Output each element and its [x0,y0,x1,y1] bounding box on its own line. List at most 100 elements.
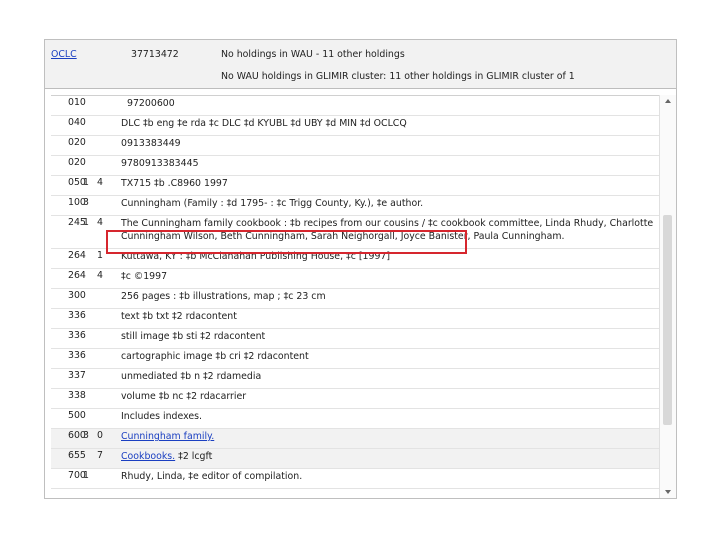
indicator-2 [97,409,121,410]
field-content: still image ‡b sti ‡2 rdacontent [121,331,266,342]
indicator-2 [97,96,121,97]
marc-field-row: 337 unmediated ‡b n ‡2 rdamedia [51,369,659,389]
field-content: DLC ‡b eng ‡e rda ‡c DLC ‡d KYUBL ‡d UBY… [121,118,407,129]
field-tag: 600 [68,430,86,441]
marc-field-row: 040 DLC ‡b eng ‡e rda ‡c DLC ‡d KYUBL ‡d… [51,116,659,136]
indicator-1 [83,329,97,330]
field-content: TX715 ‡b .C8960 1997 [121,178,228,189]
marc-field-row: 500 Includes indexes. [51,409,659,429]
indicator-1 [83,449,97,450]
indicator-2: 7 [97,450,103,461]
field-content: ‡c ©1997 [121,271,168,282]
vertical-scrollbar[interactable] [659,95,676,498]
indicator-2 [97,369,121,370]
marc-record-window: OCLC 37713472 No holdings in WAU - 11 ot… [44,39,677,499]
marc-field-row: 336 cartographic image ‡b cri ‡2 rdacont… [51,349,659,369]
field-tag: 245 [68,217,86,228]
field-content: Cunningham family. [121,429,659,443]
marc-field-row: 700 1 Rhudy, Linda, ‡e editor of compila… [51,469,659,489]
marc-field-row: 010 97200600 [51,96,659,116]
field-content: cartographic image ‡b cri ‡2 rdacontent [121,351,309,362]
field-suffix: ‡2 lcgft [175,451,213,462]
field-tag: 336 [68,310,86,321]
indicator-1 [83,409,97,410]
field-tag: 338 [68,390,86,401]
field-content: Cunningham (Family : ‡d 1795- : ‡c Trigg… [121,198,424,209]
marc-field-row: 264 4 ‡c ©1997 [51,269,659,289]
indicator-2: 4 [97,270,103,281]
indicator-1 [83,349,97,350]
genre-link-cookbooks[interactable]: Cookbooks. [121,451,175,462]
field-tag: 020 [68,157,86,168]
subject-link-cunningham-family[interactable]: Cunningham family. [121,431,214,442]
field-tag: 264 [68,270,86,281]
holdings-header: OCLC 37713472 No holdings in WAU - 11 ot… [45,40,676,89]
indicator-2 [97,289,121,290]
indicator-1 [83,289,97,290]
indicator-1 [83,389,97,390]
marc-field-row-100: 100 3 Cunningham (Family : ‡d 1795- : ‡c… [51,196,659,216]
indicator-2: 4 [97,177,103,188]
oclc-link[interactable]: OCLC [51,49,77,60]
indicator-2 [97,136,121,137]
field-tag: 300 [68,290,86,301]
indicator-1 [83,249,97,250]
indicator-1 [83,269,97,270]
field-tag: 500 [68,410,86,421]
field-tag: 264 [68,250,86,261]
field-content: unmediated ‡b n ‡2 rdamedia [121,371,262,382]
indicator-2 [97,469,121,470]
field-content: Includes indexes. [121,411,202,422]
indicator-2 [97,349,121,350]
scrollbar-thumb[interactable] [663,215,672,425]
indicator-1 [83,96,97,97]
marc-field-row: 264 1 Kuttawa, KY : ‡b McClanahan Publis… [51,249,659,269]
field-content: 0913383449 [121,138,181,149]
marc-field-row: 338 volume ‡b nc ‡2 rdacarrier [51,389,659,409]
indicator-2: 1 [97,250,103,261]
indicator-1: 1 [83,470,89,481]
marc-field-list: 010 97200600 040 DLC ‡b eng ‡e rda ‡c DL… [51,95,659,498]
marc-field-row: 336 text ‡b txt ‡2 rdacontent [51,309,659,329]
marc-field-row: 336 still image ‡b sti ‡2 rdacontent [51,329,659,349]
indicator-2: 0 [97,430,103,441]
field-tag: 336 [68,330,86,341]
field-tag: 010 [68,97,86,108]
field-tag: 655 [68,450,86,461]
scroll-up-icon[interactable] [665,99,671,103]
indicator-2: 4 [97,217,103,228]
field-content: Kuttawa, KY : ‡b McClanahan Publishing H… [121,251,391,262]
marc-field-row: 600 3 0 Cunningham family. [51,429,659,449]
scroll-down-icon[interactable] [665,490,671,494]
field-content: volume ‡b nc ‡2 rdacarrier [121,391,247,402]
indicator-2 [97,329,121,330]
field-content: 9780913383445 [121,158,199,169]
indicator-2 [97,156,121,157]
field-tag: 336 [68,350,86,361]
marc-field-row: 050 1 4 TX715 ‡b .C8960 1997 [51,176,659,196]
marc-field-row: 245 1 4 The Cunningham family cookbook :… [51,216,659,249]
field-tag: 040 [68,117,86,128]
glimir-holdings-summary: No WAU holdings in GLIMIR cluster: 11 ot… [221,71,575,82]
indicator-2 [97,309,121,310]
indicator-1: 3 [83,430,89,441]
indicator-2 [97,196,121,197]
indicator-2 [97,389,121,390]
field-tag: 337 [68,370,86,381]
field-content: 97200600 [127,98,175,109]
field-tag: 020 [68,137,86,148]
marc-field-row: 020 0913383449 [51,136,659,156]
field-tag: 700 [68,470,86,481]
field-content: 256 pages : ‡b illustrations, map ; ‡c 2… [121,291,326,302]
indicator-1: 1 [83,217,89,228]
oclc-number: 37713472 [131,49,179,60]
indicator-1: 1 [83,177,89,188]
field-tag: 050 [68,177,86,188]
indicator-2 [97,116,121,117]
marc-field-row: 300 256 pages : ‡b illustrations, map ; … [51,289,659,309]
field-content: text ‡b txt ‡2 rdacontent [121,311,237,322]
field-content: Cookbooks. ‡2 lcgft [121,449,659,463]
indicator-1 [83,369,97,370]
field-content: The Cunningham family cookbook : ‡b reci… [121,218,654,242]
marc-field-row: 655 7 Cookbooks. ‡2 lcgft [51,449,659,469]
